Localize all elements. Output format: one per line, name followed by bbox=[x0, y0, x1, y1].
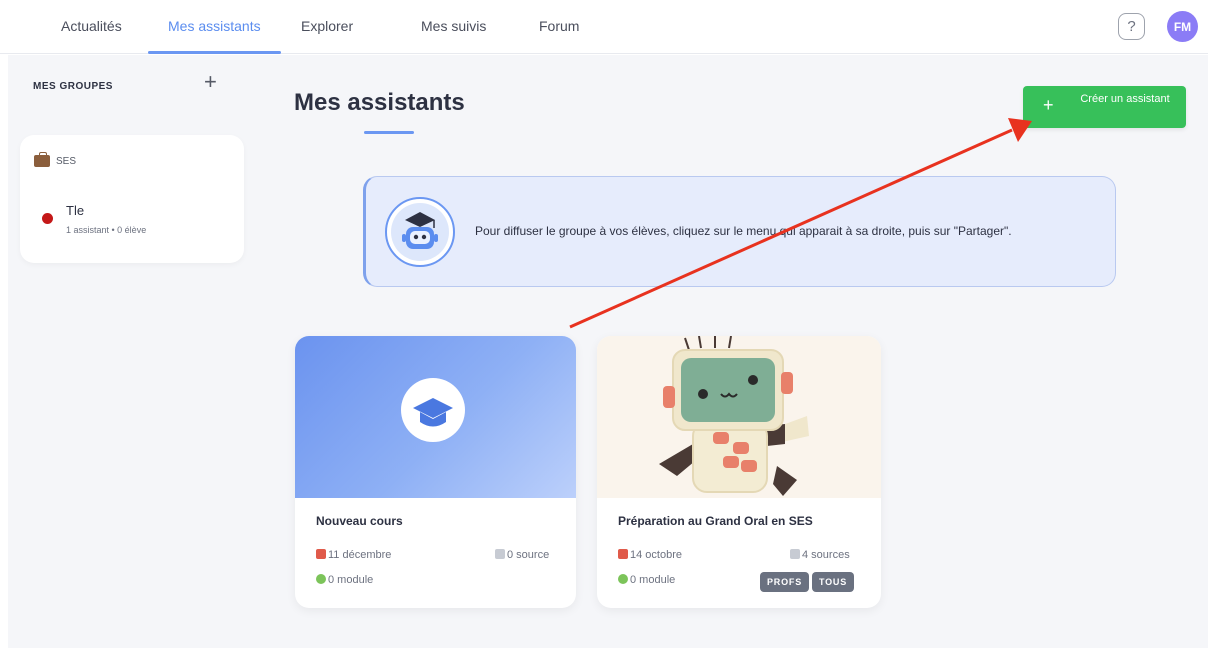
card-date-text: 11 décembre bbox=[328, 549, 392, 561]
card-sources: 4 sources bbox=[790, 549, 850, 561]
card-title: Préparation au Grand Oral en SES bbox=[618, 514, 813, 528]
plus-icon: + bbox=[1043, 95, 1054, 115]
card-sources: 0 source bbox=[495, 549, 549, 561]
robot-graduate-icon bbox=[385, 197, 455, 267]
calendar-icon bbox=[618, 549, 628, 559]
card-modules-text: 0 module bbox=[328, 574, 374, 586]
class-color-dot bbox=[42, 213, 53, 224]
card-cover bbox=[295, 336, 576, 498]
source-icon bbox=[495, 549, 505, 559]
user-avatar[interactable]: FM bbox=[1167, 11, 1198, 42]
class-name: Tle bbox=[66, 203, 85, 218]
groups-heading: MES GROUPES bbox=[33, 81, 113, 92]
assistant-card[interactable]: Nouveau cours 11 décembre 0 source 0 mod… bbox=[295, 336, 576, 608]
card-sources-text: 0 source bbox=[507, 549, 550, 561]
card-cover bbox=[597, 336, 881, 498]
card-date: 11 décembre bbox=[316, 549, 391, 561]
page: Actualités Mes assistants Explorer Mes s… bbox=[0, 0, 1208, 648]
add-group-button[interactable]: + bbox=[204, 71, 217, 93]
card-date-text: 14 octobre bbox=[630, 549, 682, 561]
tab-mes-assistants[interactable]: Mes assistants bbox=[168, 18, 261, 34]
tab-forum[interactable]: Forum bbox=[539, 18, 579, 34]
group-card: SES Tle 1 assistant • 0 élève bbox=[20, 135, 244, 263]
graduation-cap-icon bbox=[401, 378, 465, 442]
card-modules: 0 module bbox=[618, 574, 675, 586]
tab-explorer[interactable]: Explorer bbox=[301, 18, 353, 34]
main-area: MES GROUPES + SES Tle 1 assistant • 0 él… bbox=[8, 55, 1208, 648]
card-sources-text: 4 sources bbox=[802, 549, 850, 561]
tab-actualites[interactable]: Actualités bbox=[61, 18, 122, 34]
tab-mes-suivis[interactable]: Mes suivis bbox=[421, 18, 486, 34]
card-modules: 0 module bbox=[316, 574, 373, 586]
assistant-card[interactable]: Préparation au Grand Oral en SES 14 octo… bbox=[597, 336, 881, 608]
help-icon: ? bbox=[1127, 18, 1136, 35]
group-name: SES bbox=[56, 155, 77, 167]
card-title: Nouveau cours bbox=[316, 514, 403, 528]
help-button[interactable]: ? bbox=[1118, 13, 1145, 40]
puzzle-icon bbox=[618, 574, 628, 584]
puzzle-icon bbox=[316, 574, 326, 584]
class-meta: 1 assistant • 0 élève bbox=[66, 225, 147, 235]
group-header[interactable]: SES bbox=[34, 152, 77, 167]
active-tab-indicator bbox=[148, 51, 281, 54]
banner-text: Pour diffuser le groupe à vos élèves, cl… bbox=[475, 224, 1012, 238]
page-title: Mes assistants bbox=[294, 89, 465, 116]
create-assistant-label: Créer un assistant bbox=[1080, 93, 1170, 105]
card-modules-text: 0 module bbox=[630, 574, 676, 586]
card-date: 14 octobre bbox=[618, 549, 682, 561]
tag-tous: TOUS bbox=[812, 572, 855, 592]
source-icon bbox=[790, 549, 800, 559]
info-banner: Pour diffuser le groupe à vos élèves, cl… bbox=[363, 176, 1116, 287]
robot-illustration bbox=[659, 336, 809, 496]
tag-profs: PROFS bbox=[760, 572, 810, 592]
briefcase-icon bbox=[34, 152, 50, 167]
calendar-icon bbox=[316, 549, 326, 559]
top-navigation: Actualités Mes assistants Explorer Mes s… bbox=[0, 0, 1208, 54]
create-assistant-button[interactable]: + Créer un assistant bbox=[1023, 86, 1186, 128]
title-underline bbox=[364, 131, 414, 134]
avatar-initials: FM bbox=[1173, 19, 1192, 34]
